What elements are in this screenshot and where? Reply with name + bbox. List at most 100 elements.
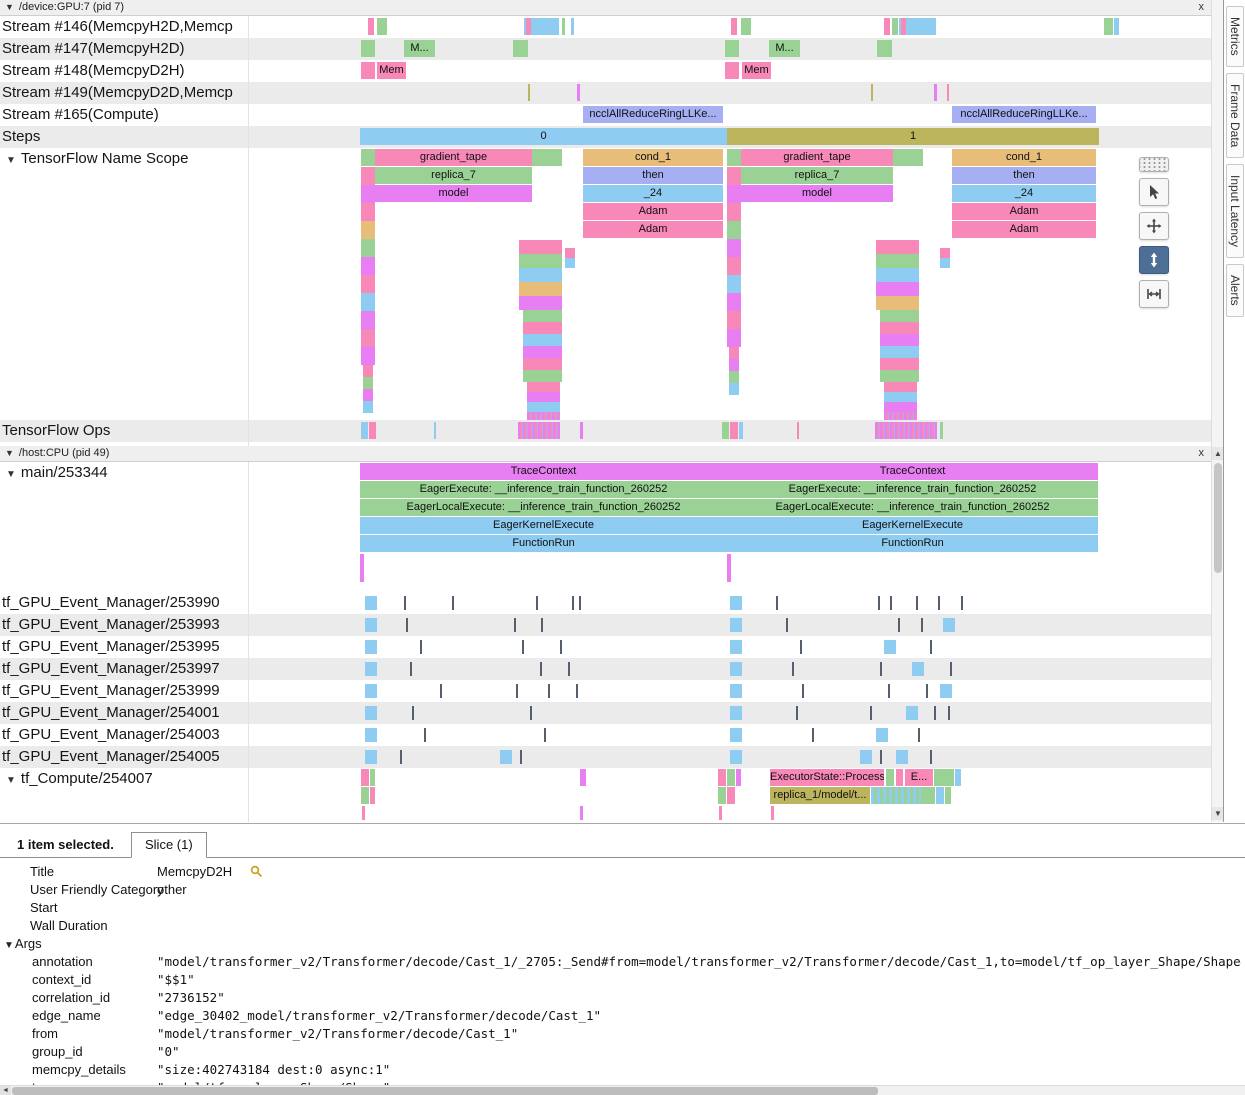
trace-slice[interactable] (730, 728, 742, 742)
trace-slice[interactable] (940, 248, 950, 258)
trace-slice[interactable]: replica_7 (741, 167, 893, 184)
trace-slice[interactable] (434, 422, 436, 439)
trace-slice[interactable] (404, 596, 406, 610)
trace-slice[interactable] (880, 370, 919, 382)
side-tab-input-latency[interactable]: Input Latency (1226, 164, 1244, 258)
trace-slice[interactable]: EagerLocalExecute: __inference_train_fun… (727, 499, 1098, 516)
trace-slice[interactable] (950, 662, 952, 676)
trace-slice[interactable] (500, 750, 512, 764)
trace-slice[interactable] (896, 769, 903, 786)
tab-slice[interactable]: Slice (1) (131, 832, 207, 858)
trace-slice[interactable] (918, 728, 920, 742)
trace-slice[interactable] (377, 18, 387, 35)
trace-slice[interactable] (361, 239, 375, 257)
track-label[interactable]: ▼tf_Compute/254007 (2, 768, 153, 790)
track-label[interactable]: ▼main/253344 (2, 462, 108, 484)
trace-slice[interactable] (870, 706, 872, 720)
trace-slice[interactable] (878, 596, 880, 610)
trace-slice[interactable] (516, 684, 518, 698)
trace-slice[interactable] (361, 311, 375, 329)
trace-slice[interactable] (729, 371, 739, 383)
trace-slice[interactable] (579, 596, 581, 610)
trace-slice[interactable] (361, 257, 375, 275)
trace-slice[interactable] (365, 684, 377, 698)
trace-slice[interactable] (727, 787, 735, 804)
trace-slice[interactable] (729, 347, 739, 359)
expander-icon[interactable]: ▼ (6, 155, 16, 166)
trace-slice[interactable] (727, 275, 741, 293)
close-icon[interactable]: x (1199, 446, 1205, 461)
trace-slice[interactable] (577, 84, 580, 101)
trace-slice[interactable] (880, 662, 882, 676)
trace-slice[interactable] (540, 662, 542, 676)
trace-slice[interactable] (890, 596, 892, 610)
trace-slice[interactable] (727, 769, 735, 786)
trace-slice[interactable] (580, 769, 586, 786)
trace-slice[interactable] (901, 18, 906, 35)
trace-slice[interactable] (361, 221, 375, 239)
trace-slice[interactable] (876, 240, 919, 254)
trace-slice[interactable] (362, 806, 365, 820)
trace-slice[interactable] (452, 596, 454, 610)
trace-slice[interactable] (876, 282, 919, 296)
trace-slice[interactable]: _24 (583, 185, 723, 202)
trace-slice[interactable] (771, 806, 774, 820)
trace-slice[interactable] (916, 596, 918, 610)
trace-slice[interactable] (875, 422, 937, 439)
trace-slice[interactable]: TraceContext (727, 463, 1098, 480)
side-tab-frame-data[interactable]: Frame Data (1226, 73, 1244, 158)
trace-slice[interactable] (727, 257, 741, 275)
trace-slice[interactable] (940, 422, 943, 439)
trace-slice[interactable] (940, 258, 950, 268)
trace-slice[interactable] (947, 84, 949, 101)
trace-slice[interactable] (812, 728, 814, 742)
trace-slice[interactable] (912, 662, 924, 676)
trace-slice[interactable] (797, 422, 799, 439)
trace-slice[interactable] (876, 296, 919, 310)
trace-slice[interactable] (580, 422, 583, 439)
trace-slice[interactable] (871, 787, 921, 804)
trace-slice[interactable] (948, 706, 950, 720)
trace-slice[interactable] (530, 706, 532, 720)
trace-slice[interactable] (363, 389, 373, 401)
trace-slice[interactable] (410, 662, 412, 676)
trace-slice[interactable] (365, 640, 377, 654)
trace-slice[interactable]: M... (404, 40, 435, 57)
trace-slice[interactable]: M... (769, 40, 800, 57)
trace-slice[interactable] (368, 18, 374, 35)
trace-slice[interactable] (896, 750, 908, 764)
trace-slice[interactable] (926, 684, 928, 698)
trace-slice[interactable] (736, 769, 741, 786)
trace-slice[interactable] (514, 618, 516, 632)
trace-slice[interactable] (420, 640, 422, 654)
trace-slice[interactable] (934, 706, 936, 720)
trace-slice[interactable] (730, 750, 742, 764)
trace-slice[interactable] (527, 412, 560, 420)
trace-slice[interactable] (884, 640, 896, 654)
trace-slice[interactable]: cond_1 (952, 149, 1096, 166)
trace-slice[interactable] (739, 422, 743, 439)
trace-slice[interactable] (518, 422, 560, 439)
trace-slice[interactable] (513, 40, 528, 57)
trace-slice[interactable] (361, 293, 375, 311)
trace-slice[interactable] (719, 806, 722, 820)
trace-slice[interactable] (519, 296, 562, 310)
trace-slice[interactable] (796, 706, 798, 720)
trace-slice[interactable] (871, 84, 873, 101)
trace-slice[interactable] (727, 203, 741, 221)
trace-slice[interactable] (876, 268, 919, 282)
trace-slice[interactable] (730, 596, 742, 610)
trace-slice[interactable] (532, 149, 562, 166)
collapse-icon[interactable]: ▼ (5, 448, 14, 458)
trace-slice[interactable] (877, 40, 892, 57)
trace-slice[interactable] (892, 18, 898, 35)
trace-slice[interactable] (519, 240, 562, 254)
trace-slice[interactable] (884, 402, 917, 412)
trace-slice[interactable] (548, 684, 550, 698)
trace-slice[interactable] (955, 769, 961, 786)
trace-slice[interactable] (523, 358, 562, 370)
trace-slice[interactable] (361, 203, 375, 221)
trace-slice[interactable] (523, 346, 562, 358)
trace-slice[interactable] (930, 640, 932, 654)
trace-slice[interactable] (725, 40, 739, 57)
